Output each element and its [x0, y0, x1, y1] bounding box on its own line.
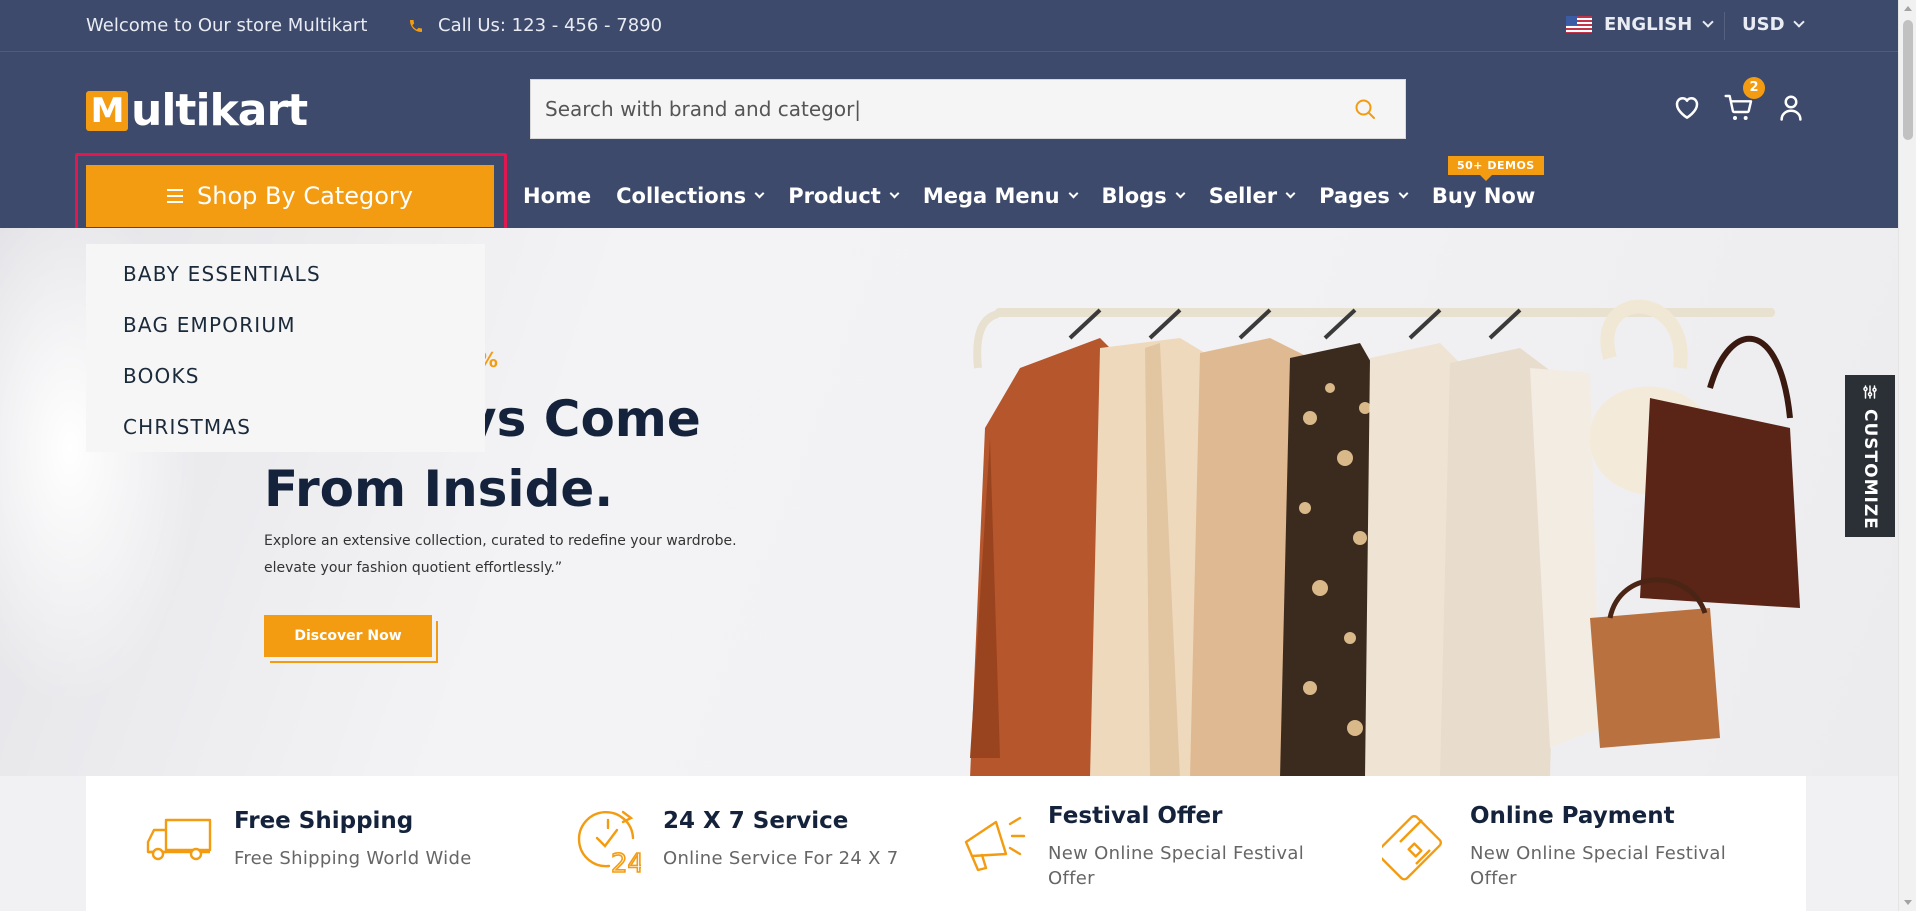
- nav-label: Blogs: [1101, 184, 1167, 208]
- currency-label: USD: [1742, 14, 1785, 35]
- clock-24-icon: 24: [577, 810, 641, 874]
- demos-badge: 50+ DEMOS: [1448, 156, 1544, 181]
- call-us: Call Us: 123 - 456 - 7890: [408, 15, 662, 36]
- nav-label: Collections: [616, 184, 747, 208]
- nav-mega-menu[interactable]: Mega Menu: [922, 184, 1078, 208]
- hero-description: Explore an extensive collection, curated…: [264, 528, 784, 582]
- heart-icon[interactable]: [1672, 92, 1702, 122]
- feature-title: 24 X 7 Service: [663, 808, 849, 834]
- search-bar: [530, 79, 1406, 139]
- chevron-down-icon: [1285, 188, 1296, 199]
- category-item[interactable]: BOOKS: [123, 364, 200, 388]
- language-selector[interactable]: ENGLISH: [1566, 14, 1715, 35]
- nav-blogs[interactable]: Blogs: [1101, 184, 1186, 208]
- customize-label: CUSTOMIZE: [1860, 408, 1880, 530]
- cart-count-badge: 2: [1743, 77, 1765, 99]
- feature-subtitle: Online Service For 24 X 7: [663, 848, 899, 869]
- scrollbar-thumb[interactable]: [1903, 20, 1913, 140]
- nav-buy-now[interactable]: Buy Now: [1432, 184, 1535, 208]
- feature-subtitle: New Online Special Festival Offer: [1470, 843, 1727, 889]
- logo[interactable]: M ultikart: [86, 85, 308, 136]
- logo-text: ultikart: [131, 85, 308, 136]
- megaphone-icon: [964, 816, 1026, 872]
- nav-label: Home: [523, 184, 592, 208]
- call-us-text: Call Us: 123 - 456 - 7890: [438, 15, 663, 36]
- feature-subtitle: Free Shipping World Wide: [234, 848, 472, 869]
- currency-selector[interactable]: USD: [1742, 14, 1805, 35]
- nav-label: Pages: [1319, 184, 1390, 208]
- nav-collections[interactable]: Collections: [616, 184, 765, 208]
- hero-heading-line2: From Inside.: [264, 460, 614, 518]
- logo-mark: M: [86, 90, 128, 131]
- nav-product[interactable]: Product: [788, 184, 900, 208]
- search-icon[interactable]: [1353, 97, 1377, 121]
- main-nav: Home Collections Product Mega Menu Blogs…: [523, 184, 1535, 208]
- feature-subtitle: New Online Special Festival Offer: [1048, 843, 1305, 889]
- truck-icon: [146, 818, 212, 861]
- customize-tab[interactable]: CUSTOMIZE: [1845, 375, 1895, 537]
- top-bar: Welcome to Our store Multikart Call Us: …: [0, 0, 1916, 52]
- category-item[interactable]: BAG EMPORIUM: [123, 313, 296, 337]
- nav-seller[interactable]: Seller: [1208, 184, 1296, 208]
- chevron-down-icon: [1175, 188, 1186, 199]
- clothing-rack-image: [970, 299, 1800, 776]
- feature-title: Online Payment: [1470, 803, 1675, 829]
- feature-title: Festival Offer: [1048, 803, 1223, 829]
- user-icon[interactable]: [1776, 92, 1806, 122]
- nav-label: Buy Now: [1431, 184, 1536, 208]
- scroll-up-arrow-icon[interactable]: [1904, 6, 1912, 11]
- nav-label: Mega Menu: [922, 184, 1060, 208]
- scroll-down-arrow-icon[interactable]: [1904, 900, 1912, 905]
- chevron-down-icon: [1398, 188, 1409, 199]
- features-strip: Free Shipping Free Shipping World Wide 2…: [86, 776, 1806, 911]
- welcome-text: Welcome to Our store Multikart: [86, 15, 368, 36]
- phone-icon: [410, 19, 422, 32]
- category-dropdown: BABY ESSENTIALS BAG EMPORIUM BOOKS CHRIS…: [86, 244, 485, 452]
- divider: [1724, 12, 1725, 40]
- credit-card-icon: [1382, 814, 1442, 881]
- discover-now-button[interactable]: Discover Now: [264, 615, 432, 657]
- hero-description-line2: elevate your fashion quotient effortless…: [264, 560, 563, 576]
- feature-title: Free Shipping: [234, 808, 414, 834]
- us-flag-icon: [1566, 16, 1592, 33]
- page-scrollbar[interactable]: [1898, 0, 1916, 911]
- chevron-down-icon: [1068, 188, 1078, 199]
- nav-label: Seller: [1208, 184, 1278, 208]
- chevron-down-icon: [1702, 16, 1715, 28]
- language-label: ENGLISH: [1604, 14, 1693, 35]
- category-item[interactable]: CHRISTMAS: [123, 415, 251, 439]
- search-input[interactable]: [531, 80, 1331, 138]
- chevron-down-icon: [1792, 16, 1805, 28]
- chevron-down-icon: [889, 188, 900, 199]
- chevron-down-icon: [754, 188, 765, 199]
- nav-label: Product: [788, 184, 881, 208]
- sliders-icon: [1863, 384, 1877, 399]
- hero-description-line1: Explore an extensive collection, curated…: [264, 533, 737, 549]
- nav-pages[interactable]: Pages: [1319, 184, 1409, 208]
- nav-home[interactable]: Home: [523, 184, 591, 208]
- category-item[interactable]: BABY ESSENTIALS: [123, 262, 321, 286]
- svg-text:24: 24: [611, 849, 641, 874]
